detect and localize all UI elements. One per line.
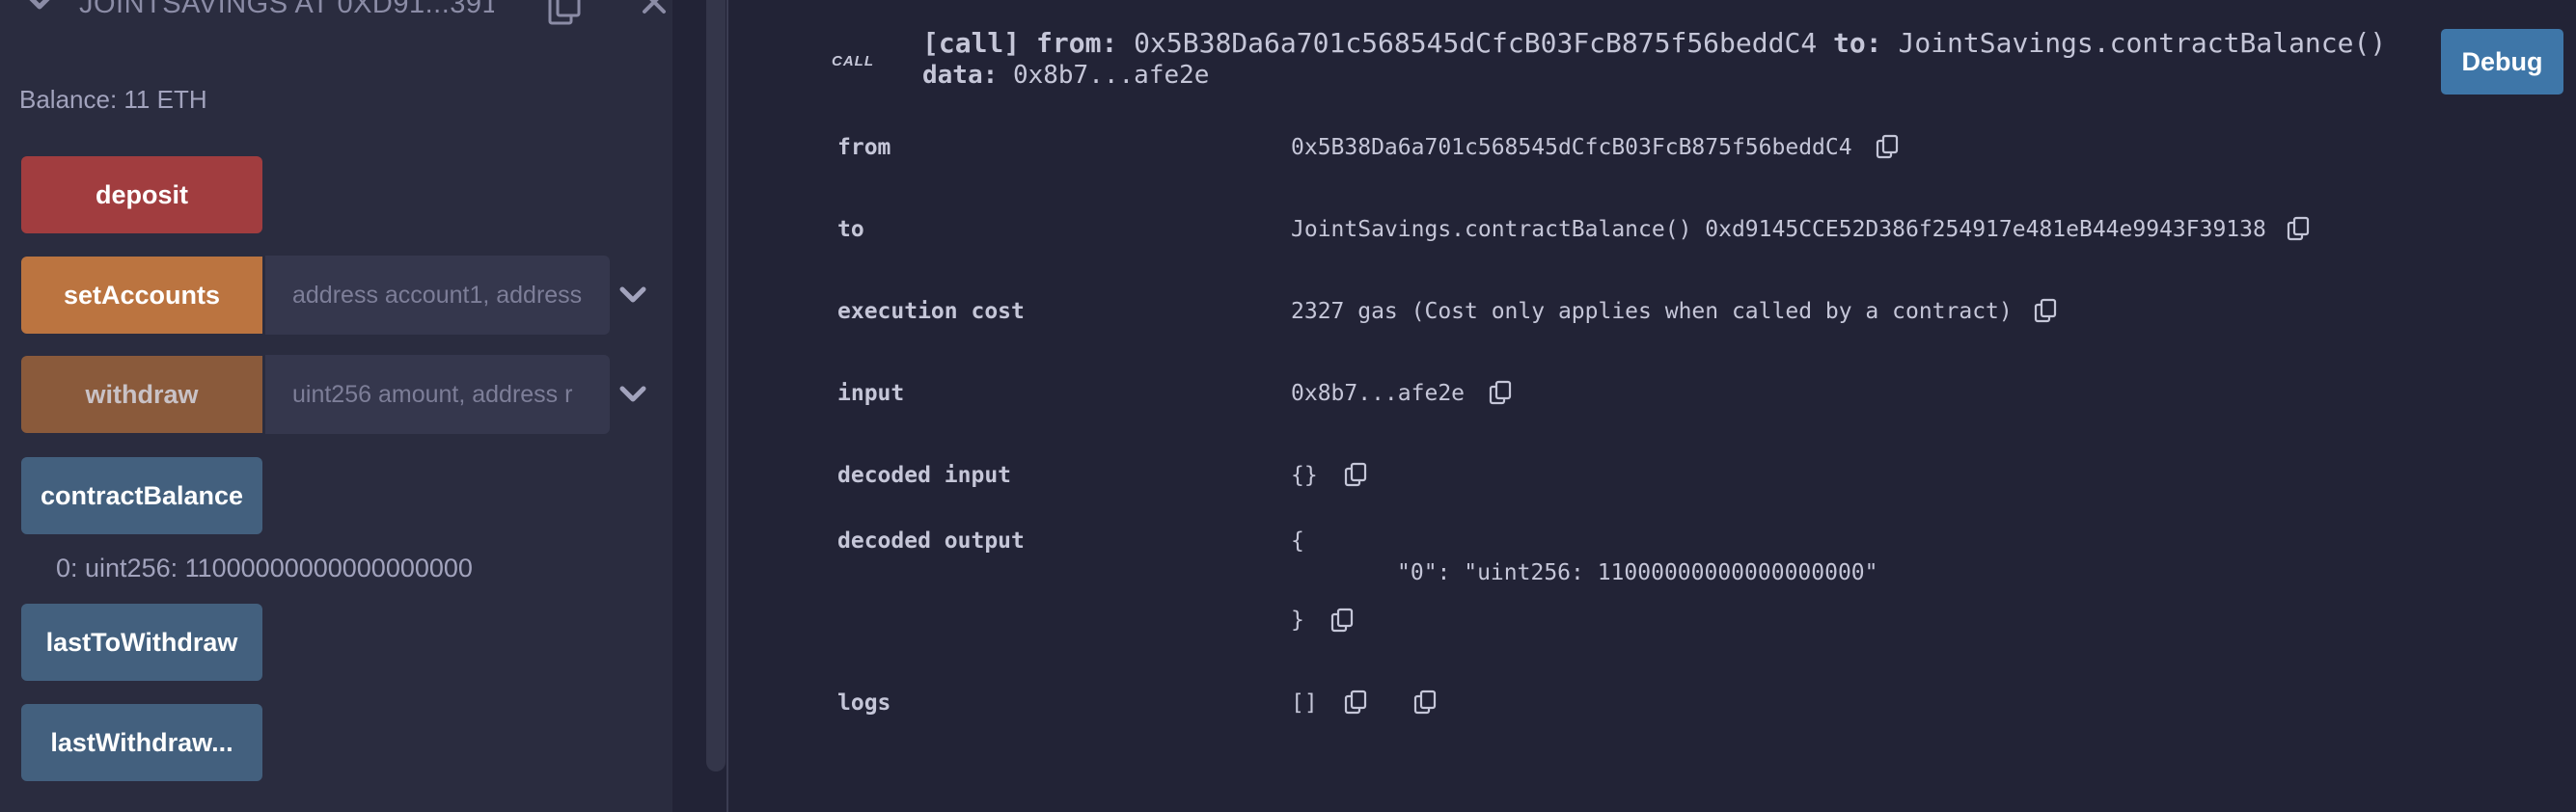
row-value-logs: [] [1291, 690, 1318, 716]
set-accounts-button[interactable]: setAccounts [21, 257, 262, 334]
to-keyword: to: [1833, 27, 1882, 59]
call-keyword: [call] [922, 27, 1021, 59]
debug-button[interactable]: Debug [2441, 29, 2563, 95]
withdraw-input[interactable]: uint256 amount, address r [265, 355, 610, 434]
call-tag: CALL [832, 53, 874, 69]
copy-icon[interactable] [2287, 216, 2312, 246]
contract-header[interactable]: JOINTSAVINGS AT 0XD91...39138 [0, 0, 672, 27]
row-value-to: JointSavings.contractBalance() 0xd9145CC… [1291, 217, 2266, 242]
data-value: 0x8b7...afe2e [1012, 61, 1210, 90]
contract-balance: Balance: 11 ETH [19, 85, 207, 114]
row-value-decoded-input: {} [1291, 463, 1318, 488]
row-label-decoded-input: decoded input [837, 463, 1012, 488]
copy-icon[interactable] [1330, 608, 1356, 637]
close-icon[interactable] [641, 0, 668, 20]
row-label-execution-cost: execution cost [837, 299, 1025, 324]
withdraw-button[interactable]: withdraw [21, 356, 262, 433]
copy-icon[interactable] [546, 0, 585, 27]
row-label-decoded-output: decoded output [837, 528, 1025, 554]
chevron-down-icon[interactable] [617, 379, 648, 415]
contract-title: JOINTSAVINGS AT 0XD91...39138 [79, 0, 494, 19]
decoded-output-line: "0": "uint256: 11000000000000000000" [1397, 560, 1878, 585]
chevron-down-icon[interactable] [25, 0, 54, 20]
copy-icon[interactable] [1489, 380, 1514, 410]
deposit-button[interactable]: deposit [21, 156, 262, 233]
call-data: data: 0x8b7...afe2e [922, 61, 1209, 90]
data-keyword: data: [922, 61, 999, 90]
row-value-execution-cost: 2327 gas (Cost only applies when called … [1291, 299, 2013, 324]
contract-balance-button[interactable]: contractBalance [21, 457, 262, 534]
copy-icon[interactable] [1413, 690, 1439, 719]
deployed-contract-panel: JOINTSAVINGS AT 0XD91...39138 Balance: 1… [0, 0, 672, 812]
scrollbar[interactable] [706, 0, 726, 771]
chevron-down-icon[interactable] [617, 280, 648, 315]
panel-divider [726, 0, 728, 812]
decoded-output-close: } [1291, 608, 1304, 633]
contract-balance-result: 0: uint256: 11000000000000000000 [56, 554, 473, 582]
row-label-input: input [837, 381, 905, 406]
to-function: JointSavings.contractBalance() [1898, 27, 2387, 59]
row-value-from: 0x5B38Da6a701c568545dCfcB03FcB875f56bedd… [1291, 135, 1852, 160]
set-accounts-input[interactable]: address account1, address [265, 256, 610, 335]
copy-icon[interactable] [2034, 298, 2059, 328]
copy-icon[interactable] [1344, 690, 1369, 719]
decoded-output-open: { [1291, 528, 1304, 554]
from-keyword: from: [1036, 27, 1118, 59]
from-address: 0x5B38Da6a701c568545dCfcB03FcB875f56bedd… [1134, 27, 1818, 59]
row-value-input: 0x8b7...afe2e [1291, 381, 1466, 406]
row-label-to: to [837, 217, 864, 242]
last-to-withdraw-button[interactable]: lastToWithdraw [21, 604, 262, 681]
last-withdraw-button[interactable]: lastWithdraw... [21, 704, 262, 781]
copy-icon[interactable] [1344, 462, 1369, 492]
copy-icon[interactable] [1876, 134, 1901, 164]
row-label-from: from [837, 135, 891, 160]
row-label-logs: logs [837, 690, 891, 716]
call-summary: [call] from: 0x5B38Da6a701c568545dCfcB03… [922, 27, 2386, 59]
